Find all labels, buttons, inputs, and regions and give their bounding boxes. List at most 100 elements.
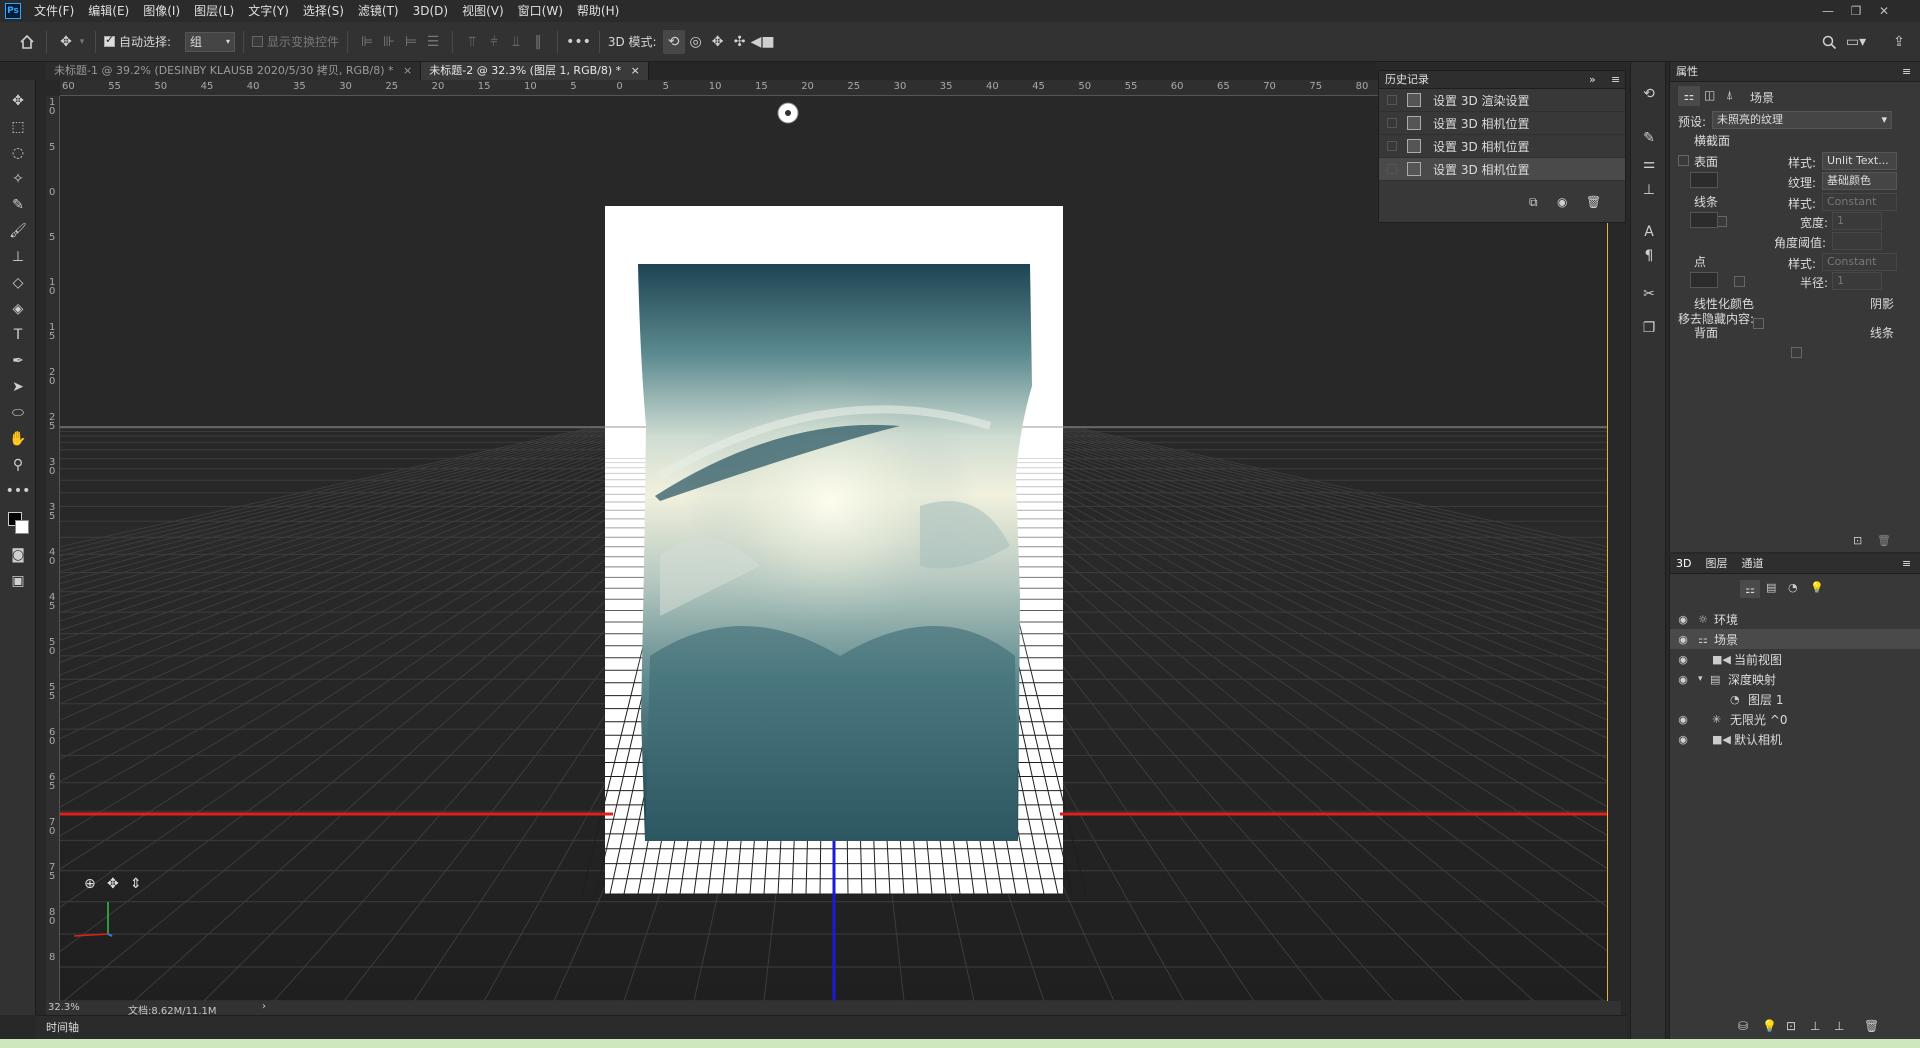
visibility-eye-icon[interactable]: ◉	[1676, 733, 1690, 746]
adjustments-icon[interactable]: ⚌	[1639, 154, 1659, 174]
slide-3d-icon[interactable]: ✣	[729, 30, 751, 54]
angle-threshold-input[interactable]	[1832, 232, 1882, 250]
snapshot-camera-icon[interactable]: ◉	[1557, 195, 1567, 209]
visibility-eye-icon[interactable]: ◉	[1676, 653, 1690, 666]
visibility-eye-icon[interactable]: ◉	[1676, 673, 1690, 686]
paint-bucket-icon[interactable]: ◈	[7, 298, 29, 320]
menu-type[interactable]: 文字(Y)	[241, 0, 296, 22]
path-select-icon[interactable]: ➤	[7, 376, 29, 398]
trash-icon[interactable]: 🗑	[1864, 1019, 1879, 1033]
tab-layers[interactable]: 图层	[1705, 554, 1727, 573]
orbit-widget-icon[interactable]: ⊕	[84, 876, 96, 892]
align-middle-icon[interactable]: ⫩	[483, 30, 505, 54]
menu-view[interactable]: 视图(V)	[455, 0, 511, 22]
menu-image[interactable]: 图像(I)	[136, 0, 187, 22]
shape-tool-icon[interactable]: ⬭	[7, 402, 29, 424]
tab-document-2[interactable]: 未标题-2 @ 32.3% (图层 1, RGB/8) * ×	[421, 62, 649, 80]
align-bottom-icon[interactable]: ⫫	[505, 30, 527, 54]
type-tool-icon[interactable]: T	[7, 324, 29, 346]
meshes-filter-icon[interactable]: ▤	[1766, 581, 1776, 594]
texture-dropdown[interactable]: 基础颜色	[1822, 172, 1897, 190]
panel-menu-icon[interactable]: ≡	[1902, 554, 1911, 574]
move-tool-icon[interactable]: ✥	[7, 90, 29, 112]
close-tab-icon[interactable]: ×	[403, 64, 412, 77]
search-icon[interactable]	[1818, 30, 1840, 54]
more-tools-icon[interactable]: •••	[6, 480, 31, 502]
magic-wand-icon[interactable]: ✧	[7, 168, 29, 190]
stamp-tool-icon[interactable]: ⊥	[7, 246, 29, 268]
zoom-level[interactable]: 32.3%	[48, 1002, 80, 1013]
new-mesh-icon[interactable]: ⛁	[1738, 1019, 1748, 1033]
tab-3d[interactable]: 3D	[1676, 554, 1691, 573]
pan-3d-icon[interactable]: ✥	[707, 30, 729, 54]
tree-item-layer-1[interactable]: ◔ 图层 1	[1670, 689, 1920, 709]
status-arrow-icon[interactable]: ›	[262, 1001, 266, 1012]
tree-item-infinite-light[interactable]: ◉ ✳ 无限光 ^0	[1670, 709, 1920, 729]
cross-section-checkbox[interactable]	[1678, 155, 1689, 166]
surface-style-dropdown[interactable]: Unlit Text...	[1822, 152, 1897, 170]
align-right-icon[interactable]: ⊨	[400, 30, 422, 54]
paragraph-icon[interactable]: ¶	[1639, 246, 1659, 266]
align-center-icon[interactable]: ⊪	[378, 30, 400, 54]
render-icon[interactable]: ⊡	[1786, 1019, 1796, 1033]
drop-to-plane-icon[interactable]: ⊥	[1834, 1019, 1844, 1033]
tree-item-environment[interactable]: ◉ ☼ 环境	[1670, 609, 1920, 629]
whole-scene-filter-icon[interactable]: ⚏	[1740, 580, 1760, 598]
points-style-dropdown[interactable]: Constant	[1822, 253, 1897, 271]
share-icon[interactable]: ⇪	[1888, 30, 1910, 54]
chevron-down-icon[interactable]: ▾	[1698, 674, 1710, 684]
menu-select[interactable]: 选择(S)	[296, 0, 351, 22]
history-item-selected[interactable]: 设置 3D 相机位置	[1379, 158, 1625, 181]
menu-help[interactable]: 帮助(H)	[570, 0, 626, 22]
menu-filter[interactable]: 滤镜(T)	[351, 0, 406, 22]
lasso-tool-icon[interactable]: ◌	[7, 142, 29, 164]
pen-tool-icon[interactable]: ✒	[7, 350, 29, 372]
quick-mask-icon[interactable]: ◙	[7, 544, 29, 566]
video-camera-icon[interactable]: ◀■	[751, 30, 775, 54]
distribute-icon[interactable]: ☰	[422, 30, 444, 54]
hand-tool-icon[interactable]: ✋	[7, 428, 29, 450]
workspace-icon[interactable]: ▭▾	[1845, 30, 1867, 54]
menu-3d[interactable]: 3D(D)	[406, 0, 455, 22]
auto-select-dropdown[interactable]: 组 ▾	[185, 31, 236, 52]
move-tool-icon[interactable]: ✥	[55, 30, 77, 54]
render-icon[interactable]: ⊡	[1853, 534, 1862, 547]
trash-icon[interactable]: 🗑	[1586, 195, 1601, 209]
auto-select-checkbox[interactable]	[104, 33, 115, 47]
new-light-icon[interactable]: 💡	[1762, 1019, 1777, 1033]
eyedropper-icon[interactable]: ✎	[7, 194, 29, 216]
align-left-icon[interactable]: ⊫	[356, 30, 378, 54]
orbit-3d-icon[interactable]: ⟲	[662, 29, 685, 54]
marquee-tool-icon[interactable]: ⬚	[7, 116, 29, 138]
menu-edit[interactable]: 编辑(E)	[81, 0, 136, 22]
history-item[interactable]: 设置 3D 相机位置	[1379, 112, 1625, 135]
tab-channels[interactable]: 通道	[1741, 554, 1763, 573]
menu-layer[interactable]: 图层(L)	[187, 0, 241, 22]
zoom-tool-icon[interactable]: ⚲	[7, 454, 29, 476]
new-document-from-state-icon[interactable]: ⧉	[1529, 195, 1538, 210]
roll-3d-icon[interactable]: ◎	[685, 30, 707, 54]
eraser-tool-icon[interactable]: ◇	[7, 272, 29, 294]
radius-input[interactable]: 1	[1832, 272, 1882, 290]
visibility-eye-icon[interactable]: ◉	[1676, 613, 1690, 626]
home-icon[interactable]	[16, 30, 38, 54]
more-options-icon[interactable]: •••	[566, 30, 591, 54]
layer-comps-icon[interactable]: ❐	[1639, 318, 1659, 338]
surface-color-swatch[interactable]	[1690, 172, 1718, 188]
distribute-vertical-icon[interactable]: ‖	[527, 30, 549, 54]
lines-style-dropdown[interactable]: Constant	[1822, 193, 1897, 211]
close-window-button[interactable]: ✕	[1871, 0, 1897, 22]
panel-menu-icon[interactable]: ≡	[1611, 71, 1620, 89]
brush-settings-icon[interactable]: ✎	[1639, 128, 1659, 148]
tree-item-current-view[interactable]: ◉ ■◀ 当前视图	[1670, 649, 1920, 669]
visibility-eye-icon[interactable]: ◉	[1676, 713, 1690, 726]
preset-dropdown[interactable]: 未照亮的纹理 ▾	[1712, 111, 1892, 129]
materials-filter-icon[interactable]: ◔	[1788, 581, 1798, 594]
show-transform-checkbox[interactable]	[252, 36, 264, 47]
tool-presets-icon[interactable]: ✂	[1639, 284, 1659, 304]
menu-file[interactable]: 文件(F)	[27, 0, 81, 22]
points-color-swatch[interactable]	[1690, 272, 1718, 288]
screen-mode-icon[interactable]: ▣	[7, 570, 29, 592]
scene-tab-icon[interactable]: ⚏	[1678, 86, 1700, 106]
menu-window[interactable]: 窗口(W)	[511, 0, 570, 22]
